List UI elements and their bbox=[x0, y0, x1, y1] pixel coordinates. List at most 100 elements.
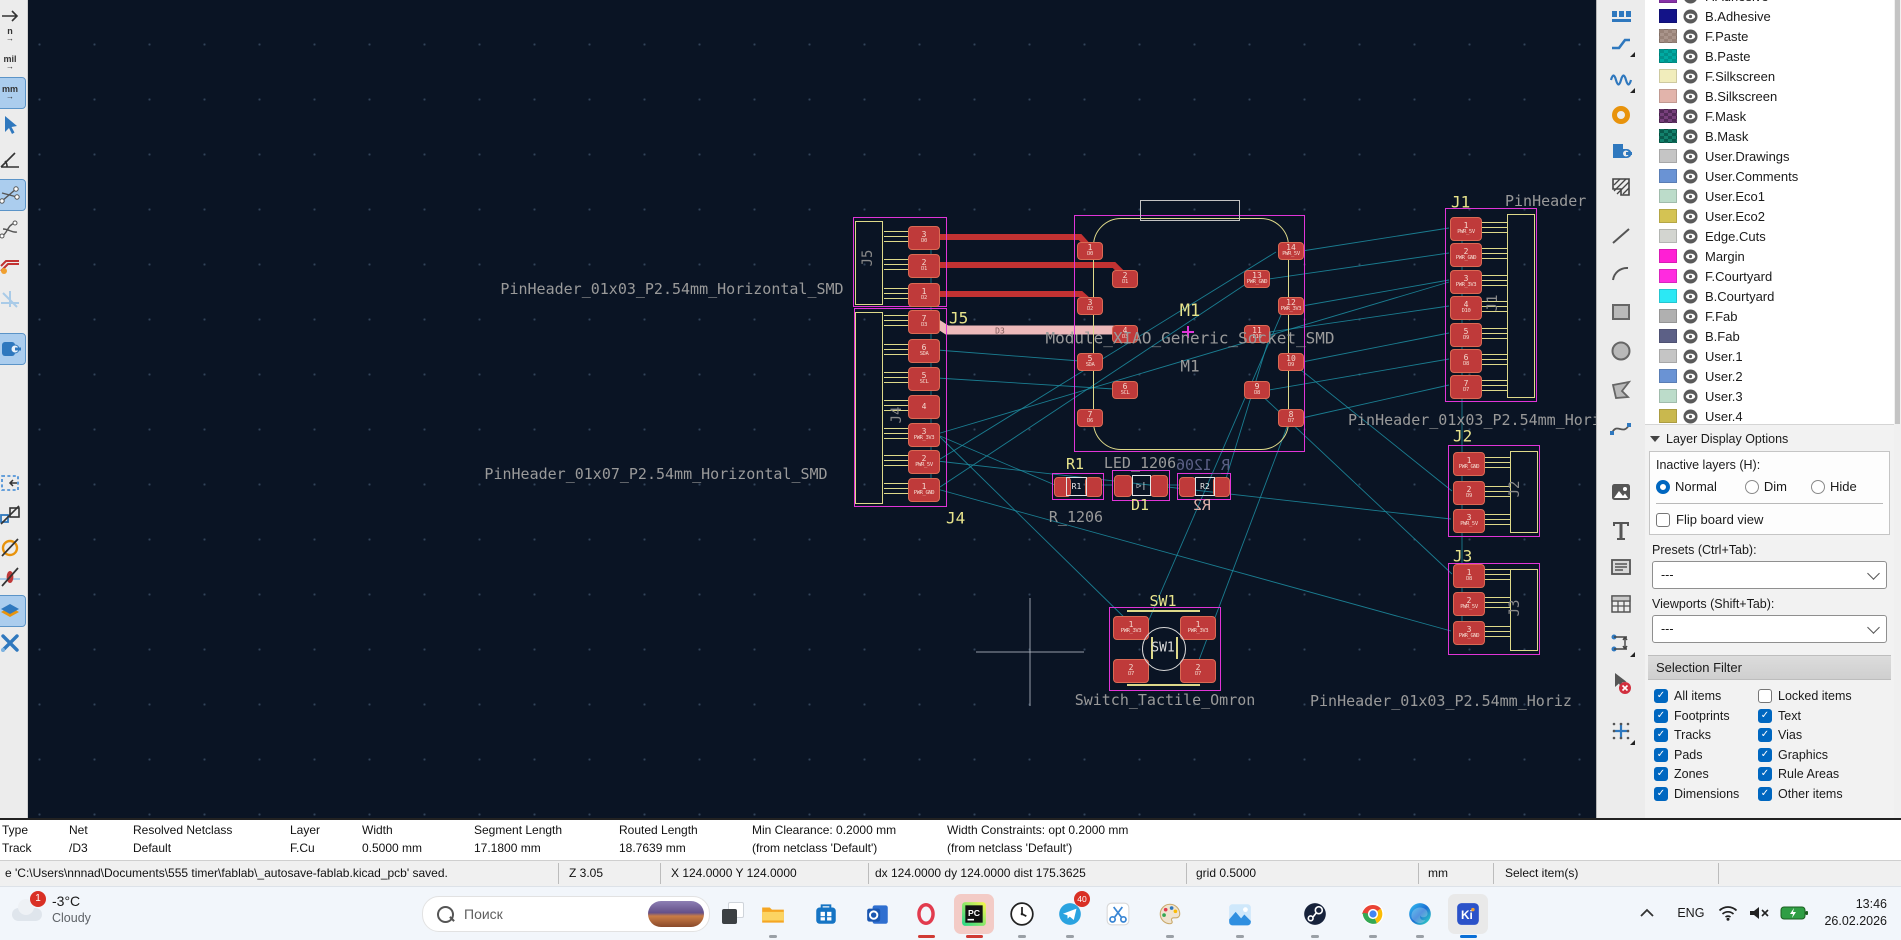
pad-4-D10[interactable]: 4 D10 bbox=[1450, 296, 1482, 320]
pad-3-PWR_3V3[interactable]: 3 PWR_3V3 bbox=[1450, 270, 1482, 294]
pad-1-D8[interactable]: 1 D8 bbox=[1453, 564, 1485, 588]
pad-3-PWR_3V3[interactable]: 3 PWR_3V3 bbox=[908, 423, 940, 447]
layer-row-F.Fab[interactable]: F.Fab bbox=[1645, 306, 1894, 326]
pad-14-PWR_5V[interactable]: 14 PWR_5V bbox=[1278, 242, 1304, 260]
inactive-layers-radio-normal[interactable]: Normal bbox=[1656, 479, 1717, 494]
draw-line-tool[interactable] bbox=[1606, 220, 1636, 250]
pycharm-icon[interactable]: PC bbox=[954, 894, 994, 934]
pcb-canvas[interactable]: 3 D0 2 D1 1 D2 7 D3 6 SDA 5 SCL 4 3 PWR_3V3 2 PWR_5V 1 PWR… bbox=[0, 0, 1596, 818]
pad-5-D9[interactable]: 5 D9 bbox=[1450, 323, 1482, 347]
add-text-tool[interactable] bbox=[1606, 515, 1636, 545]
layer-row-User.Comments[interactable]: User.Comments bbox=[1645, 166, 1894, 186]
layer-display-options-header[interactable]: Layer Display Options bbox=[1648, 429, 1891, 449]
layer-color-swatch[interactable] bbox=[1659, 229, 1677, 243]
layer-row-User.2[interactable]: User.2 bbox=[1645, 366, 1894, 386]
pad-R1[interactable] bbox=[1085, 477, 1102, 497]
zone-fill-hide-tool[interactable] bbox=[0, 500, 25, 530]
via-display-tool[interactable] bbox=[0, 284, 25, 314]
taskbar-search[interactable]: Поиск bbox=[422, 896, 710, 932]
layer-visibility-eye-icon[interactable] bbox=[1683, 48, 1698, 64]
pad-10-D9[interactable]: 10 D9 bbox=[1278, 353, 1304, 371]
layer-visibility-eye-icon[interactable] bbox=[1683, 68, 1698, 84]
pad-2-D7[interactable]: 2 D7 bbox=[1113, 659, 1149, 683]
layer-visibility-eye-icon[interactable] bbox=[1683, 228, 1698, 244]
via-outline-tool[interactable] bbox=[0, 562, 25, 592]
weather-widget[interactable]: 1 -3°C Cloudy bbox=[10, 890, 91, 926]
pad-6-SDA[interactable]: 6 SDA bbox=[908, 339, 940, 363]
pad-3-PWR_GND[interactable]: 3 PWR_GND bbox=[1453, 621, 1485, 645]
layer-color-swatch[interactable] bbox=[1659, 169, 1677, 183]
filter-rule-areas[interactable]: ✓ Rule Areas bbox=[1758, 767, 1891, 781]
layer-row-User.Eco2[interactable]: User.Eco2 bbox=[1645, 206, 1894, 226]
snipping-tool-icon[interactable] bbox=[1098, 894, 1138, 934]
filter-other-items[interactable]: ✓ Other items bbox=[1758, 786, 1891, 801]
layer-color-swatch[interactable] bbox=[1659, 329, 1677, 343]
pad-2-PWR_GND[interactable]: 2 PWR_GND bbox=[1450, 243, 1482, 267]
layer-color-swatch[interactable] bbox=[1659, 249, 1677, 263]
clock-widget[interactable]: 13:46 26.02.2026 bbox=[1824, 896, 1887, 930]
add-via-tool[interactable] bbox=[1606, 100, 1636, 130]
draw-circle-tool[interactable] bbox=[1606, 336, 1636, 366]
pad-display-tool[interactable] bbox=[0, 333, 26, 365]
pad-D1[interactable] bbox=[1114, 475, 1132, 497]
tune-length-tool[interactable] bbox=[1606, 64, 1636, 94]
filter-dimensions[interactable]: ✓ Dimensions bbox=[1654, 786, 1758, 801]
layer-row-F.Silkscreen[interactable]: F.Silkscreen bbox=[1645, 66, 1894, 86]
layer-row-Edge.Cuts[interactable]: Edge.Cuts bbox=[1645, 226, 1894, 246]
layer-visibility-eye-icon[interactable] bbox=[1683, 108, 1698, 124]
draw-polygon-tool[interactable] bbox=[1606, 375, 1636, 405]
layer-visibility-eye-icon[interactable] bbox=[1683, 348, 1698, 364]
flip-board-view-checkbox[interactable]: Flip board view bbox=[1656, 512, 1883, 527]
layer-visibility-eye-icon[interactable] bbox=[1683, 288, 1698, 304]
layer-color-swatch[interactable] bbox=[1659, 349, 1677, 363]
add-pad-tool[interactable] bbox=[1606, 136, 1636, 166]
cross-probe-tool[interactable] bbox=[0, 628, 25, 658]
layer-row-B.Adhesive[interactable]: B.Adhesive bbox=[1645, 6, 1894, 26]
add-dimension-tool[interactable] bbox=[1606, 628, 1636, 658]
pad-4[interactable]: 4 bbox=[908, 395, 940, 419]
filter-text[interactable]: ✓ Text bbox=[1758, 708, 1891, 723]
pad-2-D1[interactable]: 2 D1 bbox=[908, 254, 940, 278]
pad-2-D9[interactable]: 2 D9 bbox=[1453, 481, 1485, 505]
paint-icon[interactable] bbox=[1150, 894, 1190, 934]
pad-1-PWR_3V3[interactable]: 1 PWR_3V3 bbox=[1113, 616, 1149, 640]
layer-visibility-eye-icon[interactable] bbox=[1683, 28, 1698, 44]
volume-muted-icon[interactable] bbox=[1748, 905, 1770, 921]
delete-tool[interactable] bbox=[1606, 668, 1636, 698]
layer-color-swatch[interactable] bbox=[1659, 129, 1677, 143]
layer-color-swatch[interactable] bbox=[1659, 409, 1677, 423]
draw-bezier-tool[interactable] bbox=[1606, 413, 1636, 443]
inactive-layers-radio-hide[interactable]: Hide bbox=[1811, 479, 1857, 494]
kicad-icon[interactable]: Ki bbox=[1448, 894, 1488, 934]
layer-visibility-eye-icon[interactable] bbox=[1683, 148, 1698, 164]
unit-mils-tool[interactable]: mil → bbox=[0, 48, 25, 78]
layer-visibility-eye-icon[interactable] bbox=[1683, 268, 1698, 284]
panel-scrollbar[interactable] bbox=[1894, 0, 1901, 818]
pad-2-PWR_5V[interactable]: 2 PWR_5V bbox=[908, 450, 940, 474]
cursor-shape-tool[interactable] bbox=[0, 110, 25, 140]
pad-5-SDA[interactable]: 5 SDA bbox=[1077, 353, 1103, 371]
pad-13-PWR_GND[interactable]: 13 PWR_GND bbox=[1244, 270, 1270, 288]
pad-7-D6[interactable]: 7 D6 bbox=[1077, 409, 1103, 427]
filter-tracks[interactable]: ✓ Tracks bbox=[1654, 728, 1758, 742]
high-contrast-tool[interactable] bbox=[0, 595, 26, 627]
pad-6-SCL[interactable]: 6 SCL bbox=[1112, 381, 1138, 399]
steam-icon[interactable] bbox=[1295, 894, 1335, 934]
telegram-icon[interactable]: 40 bbox=[1050, 891, 1090, 934]
layer-color-swatch[interactable] bbox=[1659, 109, 1677, 123]
pad-2-D1[interactable]: 2 D1 bbox=[1112, 270, 1138, 288]
outlook-icon[interactable] bbox=[858, 894, 898, 934]
pad-R2[interactable] bbox=[1179, 477, 1196, 497]
zone-outline-tool[interactable] bbox=[0, 468, 25, 498]
layer-color-swatch[interactable] bbox=[1659, 289, 1677, 303]
wifi-icon[interactable] bbox=[1718, 905, 1738, 921]
pad-3-D0[interactable]: 3 D0 bbox=[908, 226, 940, 250]
pad-R2[interactable] bbox=[1213, 477, 1230, 497]
presets-dropdown[interactable]: --- bbox=[1652, 561, 1887, 589]
layer-row-F.Mask[interactable]: F.Mask bbox=[1645, 106, 1894, 126]
edge-icon[interactable] bbox=[1400, 894, 1440, 934]
pad-1-PWR_GND[interactable]: 1 PWR_GND bbox=[1453, 452, 1485, 476]
unit-mm-tool[interactable]: mm → bbox=[0, 77, 26, 109]
pad-7-D3[interactable]: 7 D3 bbox=[908, 310, 940, 334]
layer-row-User.Eco1[interactable]: User.Eco1 bbox=[1645, 186, 1894, 206]
